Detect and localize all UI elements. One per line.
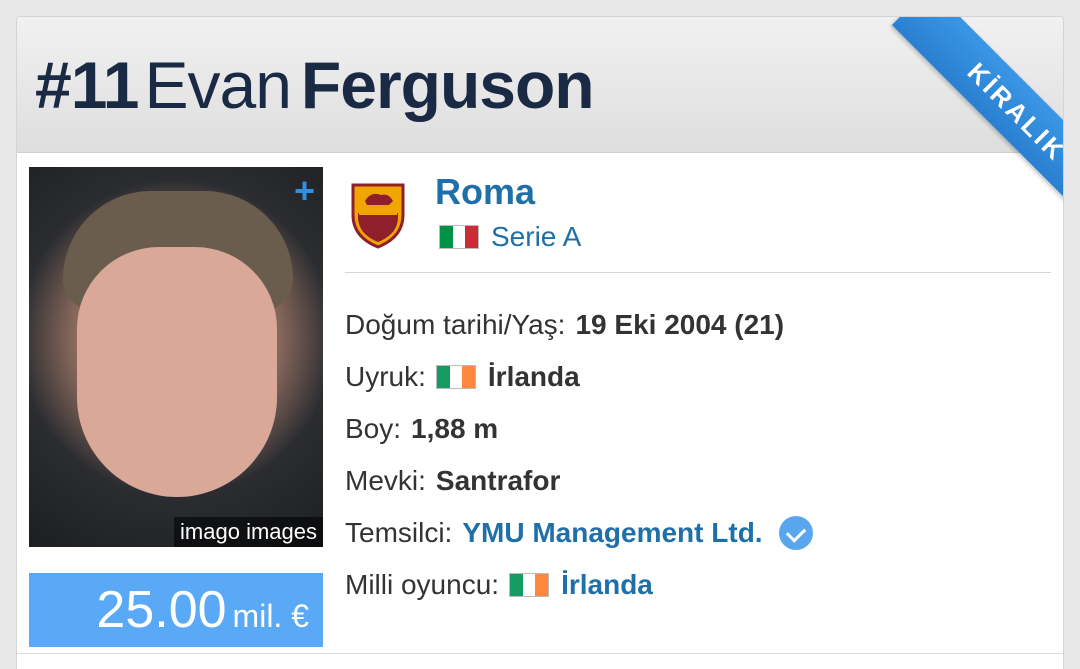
height-label: Boy: bbox=[345, 413, 402, 444]
nationality-label: Uyruk: bbox=[345, 361, 426, 392]
nationality-value: İrlanda bbox=[487, 361, 580, 392]
league-name: Serie A bbox=[491, 221, 582, 252]
market-value-unit: mil. € bbox=[232, 598, 309, 634]
player-photo[interactable]: + imago images bbox=[29, 167, 323, 547]
dob-row: Doğum tarihi/Yaş: 19 Eki 2004 (21) bbox=[345, 299, 1055, 351]
position-label: Mevki: bbox=[345, 465, 426, 496]
divider bbox=[345, 272, 1051, 273]
loan-badge: KİRALIK bbox=[891, 17, 1063, 237]
position-row: Mevki: Santrafor bbox=[345, 455, 1055, 507]
league-link[interactable]: Serie A bbox=[439, 221, 581, 253]
height-value: 1,88 m bbox=[411, 413, 499, 444]
photo-credit: imago images bbox=[174, 517, 323, 547]
italy-flag-icon bbox=[439, 225, 479, 249]
player-title: #11Evan Ferguson bbox=[35, 45, 595, 125]
club-name-link[interactable]: Roma bbox=[435, 171, 535, 213]
loan-ribbon: KİRALIK bbox=[843, 17, 1063, 237]
bottom-divider bbox=[17, 653, 1063, 654]
market-value-box[interactable]: 25.00 mil. € bbox=[29, 573, 323, 647]
expand-plus-icon[interactable]: + bbox=[294, 173, 315, 209]
agent-link[interactable]: YMU Management Ltd. bbox=[462, 517, 762, 549]
dob-value: 19 Eki 2004 (21) bbox=[575, 309, 785, 340]
roma-crest-icon[interactable] bbox=[349, 179, 407, 249]
player-last-name: Ferguson bbox=[300, 48, 595, 122]
market-value-amount: 25.00 bbox=[96, 581, 227, 639]
national-team-label: Milli oyuncu: bbox=[345, 569, 500, 600]
position-value: Santrafor bbox=[435, 465, 561, 496]
shirt-number: #11 bbox=[35, 48, 139, 122]
verified-check-icon bbox=[778, 516, 813, 550]
player-details: Doğum tarihi/Yaş: 19 Eki 2004 (21) Uyruk… bbox=[345, 299, 1055, 611]
ireland-flag-icon bbox=[435, 365, 476, 389]
height-row: Boy: 1,88 m bbox=[345, 403, 1055, 455]
agent-row: Temsilci: YMU Management Ltd. bbox=[345, 507, 1055, 559]
player-card: #11Evan Ferguson + imago images 25.00 mil.… bbox=[16, 16, 1064, 669]
national-team-link[interactable]: İrlanda bbox=[561, 569, 653, 601]
nationality-row: Uyruk: İrlanda bbox=[345, 351, 1055, 403]
national-team-row: Milli oyuncu: İrlanda bbox=[345, 559, 1055, 611]
dob-label: Doğum tarihi/Yaş: bbox=[345, 309, 566, 340]
ireland-flag-icon bbox=[509, 573, 550, 597]
player-first-name: Evan bbox=[144, 48, 291, 122]
photo-face bbox=[77, 247, 277, 497]
agent-label: Temsilci: bbox=[345, 517, 453, 548]
